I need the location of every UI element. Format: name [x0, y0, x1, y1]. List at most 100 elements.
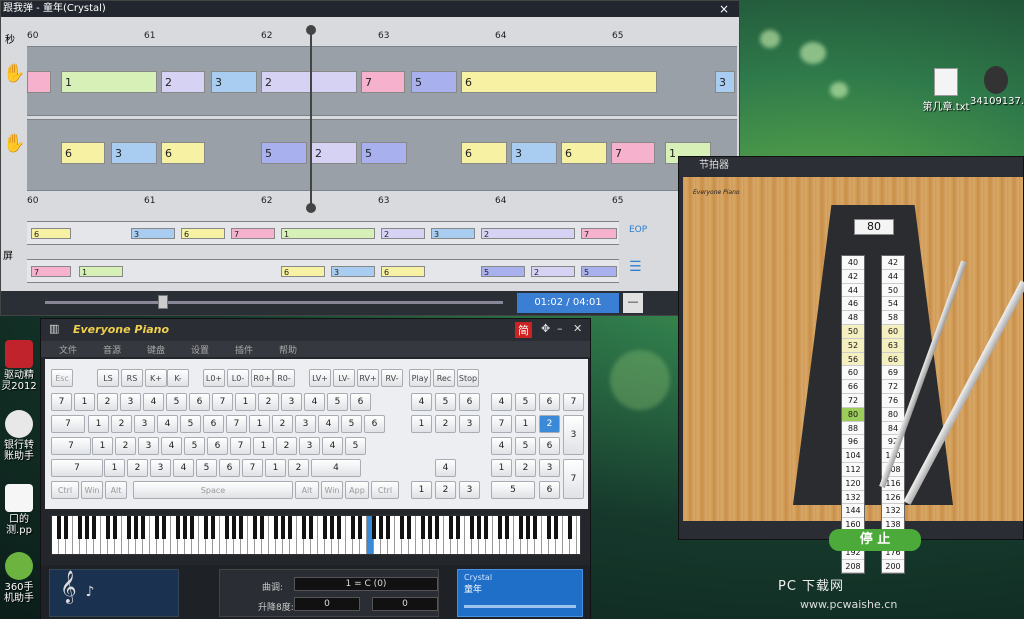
black-key[interactable]	[547, 516, 551, 539]
tempo-mark[interactable]: 132	[882, 504, 904, 519]
tempo-mark[interactable]: 69	[882, 366, 904, 381]
tempo-mark[interactable]: 66	[882, 352, 904, 367]
black-key[interactable]	[106, 516, 110, 539]
key-win[interactable]: Win	[321, 481, 343, 499]
key[interactable]: 7	[51, 415, 85, 433]
key[interactable]: 3	[134, 415, 155, 433]
note-block[interactable]: 6	[31, 228, 71, 239]
key[interactable]: 1	[104, 459, 125, 477]
note-block[interactable]: 5	[581, 266, 617, 277]
black-key[interactable]	[78, 516, 82, 539]
black-key[interactable]	[407, 516, 411, 539]
nav-key[interactable]: 2	[435, 415, 456, 433]
key[interactable]: 5	[180, 415, 201, 433]
key-l0+[interactable]: L0+	[203, 369, 225, 387]
black-key[interactable]	[449, 516, 453, 539]
desktop-icon-image[interactable]: 34109137...	[970, 66, 1024, 107]
key[interactable]: 5	[341, 415, 362, 433]
desktop-icon-360[interactable]: 360手机助手	[0, 552, 38, 604]
tempo-mark[interactable]: 76	[882, 394, 904, 408]
numpad-key[interactable]: 6	[539, 481, 560, 499]
note-block[interactable]: 7	[231, 228, 275, 239]
black-key[interactable]	[519, 516, 523, 539]
key[interactable]: 4	[322, 437, 343, 455]
tempo-mark[interactable]: 208	[842, 560, 864, 574]
numpad-key[interactable]: 7	[563, 393, 584, 411]
key[interactable]: 1	[92, 437, 113, 455]
octave-stepper-left[interactable]: 0	[294, 597, 360, 611]
note-block[interactable]: 7	[581, 228, 617, 239]
tempo-mark[interactable]: 96	[842, 435, 864, 450]
black-key[interactable]	[526, 516, 530, 539]
note-block[interactable]: 3	[431, 228, 475, 239]
numpad-key[interactable]: 2	[539, 415, 560, 433]
key[interactable]: 4	[157, 415, 178, 433]
key-play[interactable]: Play	[409, 369, 431, 387]
key[interactable]: 2	[97, 393, 118, 411]
key[interactable]: 7	[226, 415, 247, 433]
black-key[interactable]	[484, 516, 488, 539]
black-key[interactable]	[470, 516, 474, 539]
tempo-mark[interactable]: 56	[842, 352, 864, 367]
progress-track[interactable]	[45, 301, 503, 304]
key[interactable]: 3	[120, 393, 141, 411]
key[interactable]: 7	[242, 459, 263, 477]
black-key[interactable]	[400, 516, 404, 539]
note-block[interactable]: 5	[261, 142, 307, 164]
numpad-key[interactable]: 3	[563, 415, 584, 455]
numpad-key[interactable]: 1	[491, 459, 512, 477]
menu-item[interactable]: 插件	[235, 343, 253, 356]
black-key[interactable]	[428, 516, 432, 539]
key-k-[interactable]: K-	[167, 369, 189, 387]
black-key[interactable]	[435, 516, 439, 539]
black-key[interactable]	[141, 516, 145, 539]
tempo-mark[interactable]: 50	[842, 324, 864, 339]
key[interactable]: 1	[265, 459, 286, 477]
note-block[interactable]: 6	[461, 142, 507, 164]
key-ctrl[interactable]: Ctrl	[371, 481, 399, 499]
key[interactable]: 1	[253, 437, 274, 455]
numpad-key[interactable]: 5	[515, 437, 536, 455]
song-progress[interactable]	[464, 605, 576, 608]
black-key[interactable]	[253, 516, 257, 539]
tempo-mark[interactable]: 80	[842, 407, 864, 422]
note-block[interactable]: 1	[61, 71, 157, 93]
key[interactable]: 2	[127, 459, 148, 477]
black-key[interactable]	[358, 516, 362, 539]
note-block[interactable]	[27, 71, 51, 93]
tempo-mark[interactable]: 60	[882, 324, 904, 339]
black-key[interactable]	[134, 516, 138, 539]
key-app[interactable]: App	[345, 481, 369, 499]
black-key[interactable]	[85, 516, 89, 539]
note-block[interactable]: 5	[361, 142, 407, 164]
key[interactable]: 6	[189, 393, 210, 411]
numpad-key[interactable]: 3	[539, 459, 560, 477]
key[interactable]: 5	[345, 437, 366, 455]
black-key[interactable]	[372, 516, 376, 539]
key[interactable]: 1	[235, 393, 256, 411]
black-key[interactable]	[323, 516, 327, 539]
note-block[interactable]: 1	[281, 228, 375, 239]
key-l0-[interactable]: L0-	[227, 369, 249, 387]
list-icon[interactable]: ☰	[629, 259, 659, 279]
note-block[interactable]: 6	[381, 266, 425, 277]
black-key[interactable]	[127, 516, 131, 539]
tempo-scale-left[interactable]: 40 42 44 46 48 50 52 56 60 66 72 80 88 96 104 112 120 132…	[841, 255, 865, 575]
numpad-key[interactable]: 5	[491, 481, 535, 499]
tempo-mark[interactable]: 112	[842, 463, 864, 477]
minimize-button[interactable]: –	[557, 322, 563, 335]
key[interactable]: 7	[51, 459, 103, 477]
black-key[interactable]	[92, 516, 96, 539]
note-block[interactable]: 6	[281, 266, 325, 277]
tempo-mark[interactable]: 132	[842, 491, 864, 505]
black-key[interactable]	[64, 516, 68, 539]
octave-stepper-right[interactable]: 0	[372, 597, 438, 611]
key-lv-[interactable]: LV-	[333, 369, 355, 387]
note-block[interactable]: 2	[481, 228, 575, 239]
note-block[interactable]: 6	[561, 142, 607, 164]
black-key[interactable]	[498, 516, 502, 539]
key[interactable]: 3	[299, 437, 320, 455]
key[interactable]: 2	[258, 393, 279, 411]
key-rv+[interactable]: RV+	[357, 369, 379, 387]
pin-icon[interactable]: ✥	[541, 322, 550, 335]
